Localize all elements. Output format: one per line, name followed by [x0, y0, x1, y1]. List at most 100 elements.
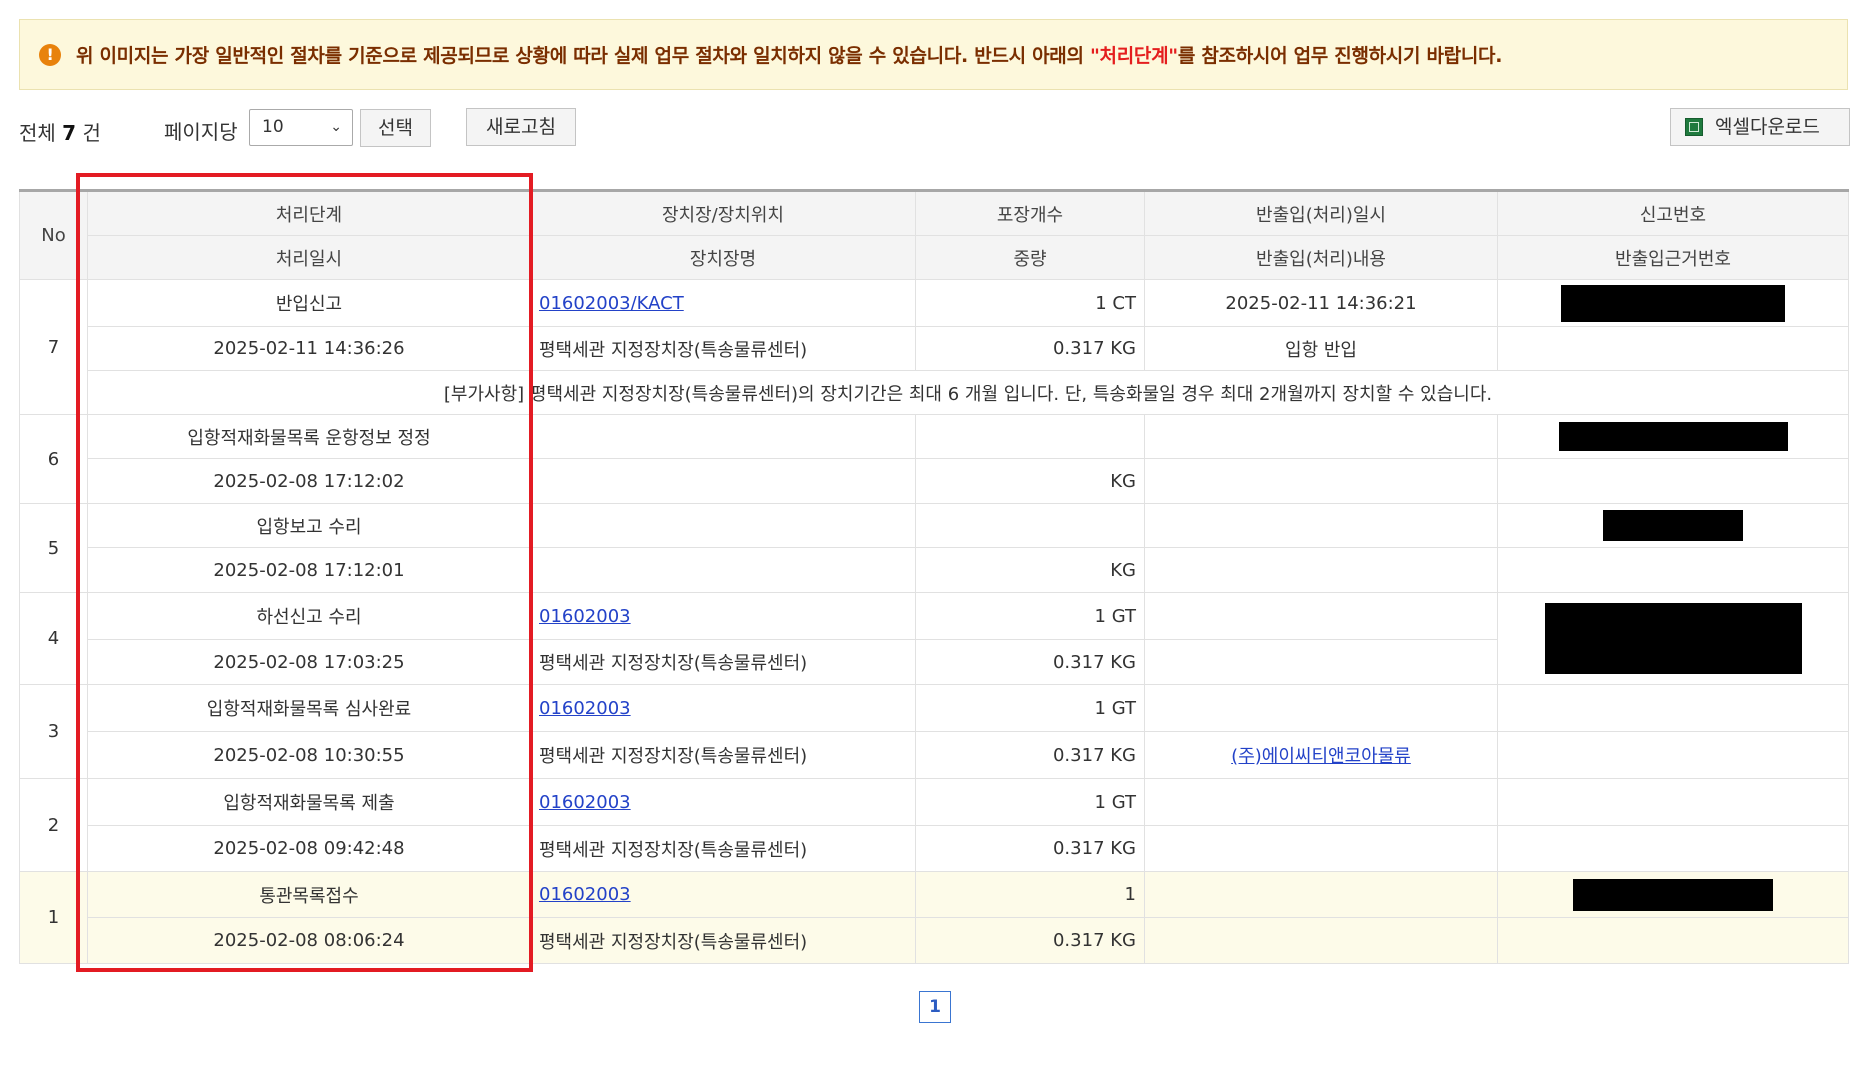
- row-no: 5: [19, 503, 88, 593]
- table-row: 3 입항적재화물목록 심사완료 01602003 1 GT: [19, 684, 1849, 779]
- declaration-no-cell: [1497, 592, 1849, 685]
- io-content-cell: [1144, 639, 1498, 685]
- declaration-no-cell: [1497, 414, 1849, 459]
- redacted-block: [1573, 878, 1773, 911]
- stage-cell: 통관목록접수: [87, 871, 531, 918]
- table-row: 2 입항적재화물목록 제출 01602003 1 GT: [19, 778, 1849, 872]
- notice-banner: ! 위 이미지는 가장 일반적인 절차를 기준으로 제공되므로 상황에 따라 실…: [19, 19, 1848, 90]
- location-link[interactable]: 01602003: [539, 698, 631, 719]
- header-location: 장치장/장치위치: [530, 190, 916, 236]
- location-link[interactable]: 01602003/KACT: [539, 293, 684, 314]
- excel-icon: [1685, 118, 1703, 136]
- header-weight: 중량: [915, 235, 1145, 280]
- refresh-button[interactable]: 새로고침: [466, 108, 576, 146]
- row-no: 3: [19, 684, 88, 779]
- declaration-no-cell: [1497, 503, 1849, 548]
- io-content-cell: 입항 반입: [1144, 326, 1498, 371]
- io-datetime-cell: [1144, 871, 1498, 918]
- weight-cell: 0.317 KG: [915, 731, 1145, 779]
- basis-no-cell: [1497, 326, 1849, 371]
- location-link[interactable]: 01602003: [539, 884, 631, 905]
- table-row: 2025-02-08 17:12:02 KG: [20, 458, 1849, 504]
- basis-no-cell: [1497, 458, 1849, 504]
- row-no: 7: [19, 279, 88, 415]
- table-row: 2025-02-08 17:12:01 KG: [20, 547, 1849, 593]
- table-row: 2025-02-11 14:36:26 평택세관 지정장치장(특송물류센터) 0…: [20, 326, 1849, 371]
- io-datetime-cell: [1144, 592, 1498, 640]
- processing-history-table: No 처리단계 장치장/장치위치 포장개수 반출입(처리)일시 신고번호 처리일…: [19, 189, 1849, 964]
- packages-cell: 1 GT: [915, 684, 1145, 732]
- location-link[interactable]: 01602003: [539, 792, 631, 813]
- redacted-block: [1603, 510, 1743, 541]
- table-row: 2025-02-08 08:06:24 평택세관 지정장치장(특송물류센터) 0…: [20, 917, 1849, 964]
- location-name-cell: [530, 547, 916, 593]
- company-link[interactable]: (주)에이씨티앤코아물류: [1231, 746, 1411, 767]
- io-datetime-cell: [1144, 414, 1498, 459]
- stage-cell: 하선신고 수리: [87, 592, 531, 640]
- packages-cell: 1 GT: [915, 592, 1145, 640]
- io-content-cell: [1144, 547, 1498, 593]
- location-name-cell: [530, 458, 916, 504]
- datetime-cell: 2025-02-08 17:03:25: [87, 639, 531, 685]
- pagination-page-1[interactable]: 1: [919, 991, 951, 1023]
- packages-cell: [915, 503, 1145, 548]
- header-location-name: 장치장명: [530, 235, 916, 280]
- basis-no-cell: [1497, 547, 1849, 593]
- packages-cell: 1 CT: [915, 279, 1145, 327]
- location-name-cell: 평택세관 지정장치장(특송물류센터): [530, 825, 916, 872]
- notice-text: 위 이미지는 가장 일반적인 절차를 기준으로 제공되므로 상황에 따라 실제 …: [76, 45, 1503, 67]
- packages-cell: 1 GT: [915, 778, 1145, 826]
- basis-no-cell: [1497, 731, 1849, 779]
- row-no: 1: [19, 871, 88, 964]
- declaration-no-cell: [1497, 279, 1849, 327]
- packages-cell: [915, 414, 1145, 459]
- declaration-no-cell: [1497, 778, 1849, 826]
- weight-cell: 0.317 KG: [915, 825, 1145, 872]
- row-no: 6: [19, 414, 88, 504]
- datetime-cell: 2025-02-08 09:42:48: [87, 825, 531, 872]
- declaration-no-cell: [1497, 684, 1849, 732]
- stage-cell: 입항보고 수리: [87, 503, 531, 548]
- datetime-cell: 2025-02-08 17:12:02: [87, 458, 531, 504]
- header-no: No: [19, 190, 88, 280]
- basis-no-cell: [1497, 917, 1849, 964]
- exclamation-icon: !: [39, 43, 61, 66]
- header-datetime: 처리일시: [87, 235, 531, 280]
- datetime-cell: 2025-02-08 08:06:24: [87, 917, 531, 964]
- stage-cell: 반입신고: [87, 279, 531, 327]
- list-toolbar: 전체 7 건 페이지당 10 ⌄ 선택 새로고침 엑셀다운로드: [19, 107, 1850, 151]
- row-no: 2: [19, 778, 88, 872]
- location-link[interactable]: 01602003: [539, 606, 631, 627]
- weight-cell: KG: [915, 458, 1145, 504]
- datetime-cell: 2025-02-08 17:12:01: [87, 547, 531, 593]
- location-cell: [530, 414, 916, 459]
- io-content-cell: [1144, 917, 1498, 964]
- stage-cell: 입항적재화물목록 제출: [87, 778, 531, 826]
- io-content-cell: [1144, 825, 1498, 872]
- header-stage: 처리단계: [87, 190, 531, 236]
- stage-cell: 입항적재화물목록 심사완료: [87, 684, 531, 732]
- per-page-select[interactable]: 10 ⌄: [249, 109, 353, 146]
- weight-cell: 0.317 KG: [915, 326, 1145, 371]
- datetime-cell: 2025-02-08 10:30:55: [87, 731, 531, 779]
- table-row: 2025-02-08 09:42:48 평택세관 지정장치장(특송물류센터) 0…: [20, 825, 1849, 872]
- header-basis-no: 반출입근거번호: [1497, 235, 1849, 280]
- location-name-cell: 평택세관 지정장치장(특송물류센터): [530, 731, 916, 779]
- table-row: 6 입항적재화물목록 운항정보 정정: [19, 414, 1849, 504]
- io-datetime-cell: [1144, 684, 1498, 732]
- table-header: No 처리단계 장치장/장치위치 포장개수 반출입(처리)일시 신고번호 처리일…: [19, 190, 1849, 280]
- redacted-block: [1544, 603, 1802, 674]
- stage-cell: 입항적재화물목록 운항정보 정정: [87, 414, 531, 459]
- header-packages: 포장개수: [915, 190, 1145, 236]
- io-content-cell: [1144, 458, 1498, 504]
- weight-cell: KG: [915, 547, 1145, 593]
- io-datetime-cell: [1144, 778, 1498, 826]
- table-row: 5 입항보고 수리: [19, 503, 1849, 593]
- table-row: 2025-02-08 10:30:55 평택세관 지정장치장(특송물류센터) 0…: [20, 731, 1849, 779]
- basis-no-cell: [1497, 825, 1849, 872]
- packages-cell: 1: [915, 871, 1145, 918]
- weight-cell: 0.317 KG: [915, 639, 1145, 685]
- excel-download-button[interactable]: 엑셀다운로드: [1670, 108, 1850, 146]
- select-button[interactable]: 선택: [360, 109, 431, 147]
- table-row: 7 반입신고 01602003/KACT 1 CT 2025-02-11 14:…: [19, 279, 1849, 415]
